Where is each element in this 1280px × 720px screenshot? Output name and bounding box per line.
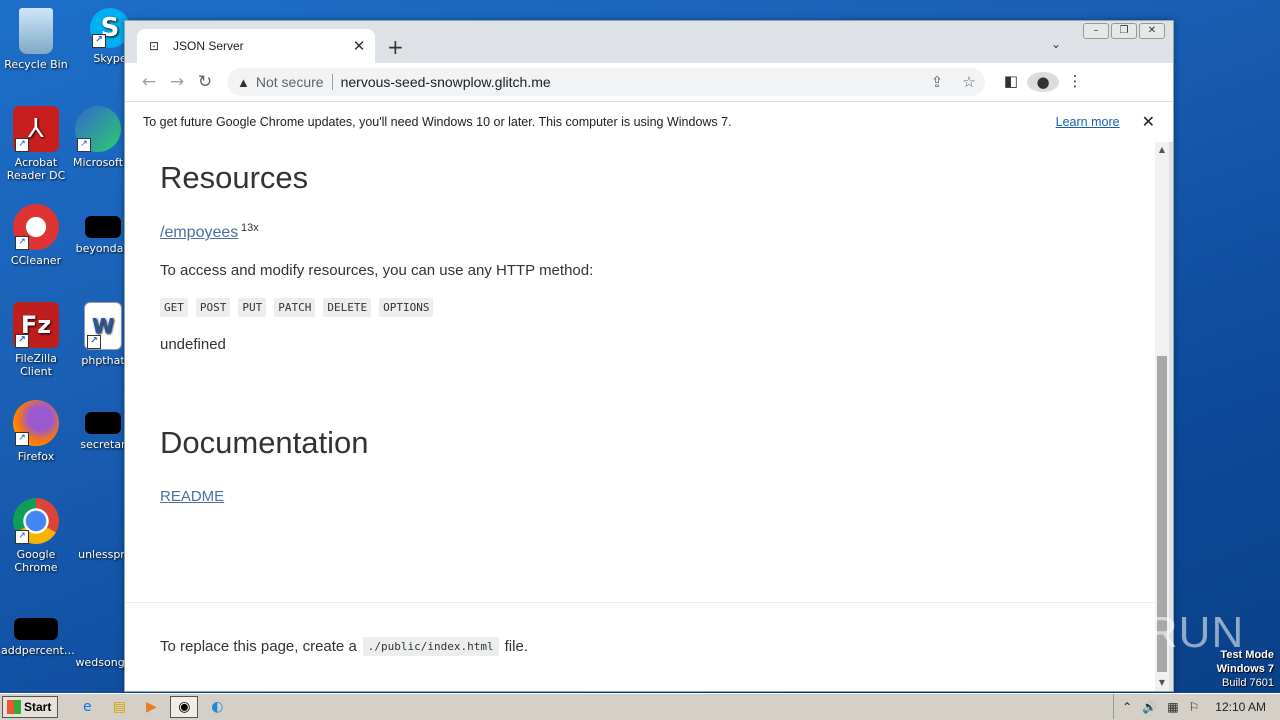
test-mode-overlay: Test Mode Windows 7 Build 7601 — [1217, 648, 1274, 690]
warning-triangle-icon[interactable]: ▲ — [237, 75, 250, 90]
start-button[interactable]: Start — [2, 696, 59, 718]
address-separator — [331, 74, 333, 90]
share-icon[interactable]: ⇪ — [921, 73, 953, 91]
tab-strip: ⊡ JSON Server ✕ + ⌄ — [125, 21, 1173, 63]
build-label: Build 7601 — [1222, 677, 1274, 689]
system-tray: ⌃ 🔊 ▦ ⚐ 12:10 AM — [1113, 694, 1280, 719]
shortcut-arrow-icon: ↗ — [15, 138, 29, 152]
side-panel-icon[interactable]: ◧ — [995, 72, 1027, 92]
scroll-down-arrow-icon[interactable]: ▼ — [1155, 675, 1169, 691]
start-label: Start — [24, 700, 52, 714]
shortcut-arrow-icon: ↗ — [77, 138, 91, 152]
shortcut-arrow-icon: ↗ — [15, 530, 29, 544]
page-content: Resources /empoyees 13x To access and mo… — [125, 142, 1155, 691]
readme-link[interactable]: README — [160, 488, 224, 505]
desktop-icon-recycle-bin[interactable]: Recycle Bin — [1, 8, 71, 71]
resource-link[interactable]: /empoyees — [160, 224, 238, 242]
resources-heading: Resources — [160, 160, 309, 195]
scroll-up-arrow-icon[interactable]: ▲ — [1155, 142, 1169, 158]
globe-icon: ⊡ — [149, 39, 160, 53]
word-icon: W ↗ — [84, 302, 122, 350]
undefined-text: undefined — [160, 336, 226, 353]
desktop-icon-firefox[interactable]: ↗ Firefox — [1, 400, 71, 463]
firefox-icon: ↗ — [13, 400, 59, 446]
browser-window: – ❐ ✕ ⊡ JSON Server ✕ + ⌄ ← → ↻ ▲ Not se… — [124, 20, 1174, 692]
forward-arrow-icon[interactable]: → — [163, 72, 191, 92]
not-secure-label[interactable]: Not secure — [256, 74, 324, 90]
file-icon — [85, 412, 121, 434]
new-tab-button[interactable]: + — [387, 35, 404, 59]
toolbar-actions: ◧ ● ⋮ — [995, 72, 1091, 92]
desktop-icon-acrobat[interactable]: ⅄ ↗ Acrobat Reader DC — [1, 106, 71, 182]
recycle-bin-icon — [19, 8, 53, 54]
edge-icon: ↗ — [75, 106, 121, 152]
page-footer: To replace this page, create a ./public/… — [160, 637, 528, 656]
menu-kebab-icon[interactable]: ⋮ — [1059, 72, 1091, 92]
method-post: POST — [195, 298, 231, 317]
bookmark-star-icon[interactable]: ☆ — [953, 73, 985, 91]
tab-close-icon[interactable]: ✕ — [351, 37, 367, 55]
test-mode-label: Test Mode — [1220, 649, 1274, 661]
shortcut-arrow-icon: ↗ — [15, 236, 29, 250]
desktop-icon-filezilla[interactable]: Fz ↗ FileZilla Client — [1, 302, 71, 378]
desktop-icon-ccleaner[interactable]: ↗ CCleaner — [1, 204, 71, 267]
file-icon — [85, 216, 121, 238]
tab-title: JSON Server — [173, 39, 244, 53]
footer-prefix: To replace this page, create a — [160, 638, 357, 655]
method-get: GET — [160, 298, 188, 317]
chrome-icon: ↗ — [13, 498, 59, 544]
ccleaner-icon: ↗ — [13, 204, 59, 250]
desktop-icon-chrome[interactable]: ↗ Google Chrome — [1, 498, 71, 574]
address-bar[interactable]: ▲ Not secure nervous-seed-snowplow.glitc… — [227, 68, 985, 96]
browser-toolbar: ← → ↻ ▲ Not secure nervous-seed-snowplow… — [125, 63, 1173, 101]
method-put: PUT — [238, 298, 267, 317]
method-options: OPTIONS — [379, 298, 434, 317]
learn-more-link[interactable]: Learn more — [1056, 115, 1120, 129]
tab-search-chevron-icon[interactable]: ⌄ — [1051, 37, 1061, 51]
url-text[interactable]: nervous-seed-snowplow.glitch.me — [341, 74, 921, 90]
shortcut-arrow-icon: ↗ — [87, 335, 101, 349]
taskbar: Start e ▤ ▶ ◉ ◐ ⌃ 🔊 ▦ ⚐ 12:10 AM — [0, 693, 1280, 720]
taskbar-media-player-icon[interactable]: ▶ — [138, 697, 164, 717]
clock[interactable]: 12:10 AM — [1209, 700, 1280, 714]
taskbar-ie-icon[interactable]: e — [74, 697, 100, 717]
infobar-message: To get future Google Chrome updates, you… — [143, 115, 732, 129]
shortcut-arrow-icon: ↗ — [92, 34, 106, 48]
taskbar-explorer-icon[interactable]: ▤ — [106, 697, 132, 717]
os-name-label: Windows 7 — [1216, 663, 1274, 675]
taskbar-edge-icon[interactable]: ◐ — [204, 697, 230, 717]
desktop-icon-edge[interactable]: ↗ Microsoft — [63, 106, 133, 169]
desktop-icon-addpercent[interactable]: addpercent… — [1, 606, 75, 657]
action-center-flag-icon[interactable]: ⚐ — [1189, 700, 1200, 714]
file-icon — [14, 618, 58, 640]
volume-icon[interactable]: 🔊 — [1142, 700, 1157, 714]
file-icon — [80, 606, 126, 652]
access-description: To access and modify resources, you can … — [160, 262, 594, 279]
profile-avatar[interactable]: ● — [1027, 72, 1059, 92]
infobar-close-icon[interactable]: ✕ — [1142, 112, 1155, 132]
shortcut-arrow-icon: ↗ — [15, 334, 29, 348]
reload-icon[interactable]: ↻ — [191, 72, 219, 92]
tab-json-server[interactable]: ⊡ JSON Server ✕ — [137, 29, 375, 63]
filezilla-icon: Fz ↗ — [13, 302, 59, 348]
footer-suffix: file. — [504, 638, 528, 655]
shortcut-arrow-icon: ↗ — [15, 432, 29, 446]
file-icon — [80, 498, 126, 544]
http-methods-list: GET POST PUT PATCH DELETE OPTIONS — [160, 298, 434, 317]
method-delete: DELETE — [323, 298, 372, 317]
anyrun-watermark: ANY RUN — [1040, 608, 1245, 657]
footer-code: ./public/index.html — [362, 637, 499, 656]
back-arrow-icon[interactable]: ← — [135, 72, 163, 92]
taskbar-chrome-icon[interactable]: ◉ — [170, 696, 199, 718]
resource-count: 13x — [241, 222, 259, 234]
documentation-heading: Documentation — [160, 425, 369, 460]
network-icon[interactable]: ▦ — [1167, 700, 1178, 714]
footer-divider — [125, 602, 1155, 603]
acrobat-icon: ⅄ ↗ — [13, 106, 59, 152]
update-infobar: To get future Google Chrome updates, you… — [125, 101, 1173, 143]
windows-logo-icon — [7, 700, 21, 714]
person-icon: ● — [1027, 72, 1059, 92]
tray-expand-icon[interactable]: ⌃ — [1122, 700, 1132, 714]
method-patch: PATCH — [274, 298, 316, 317]
